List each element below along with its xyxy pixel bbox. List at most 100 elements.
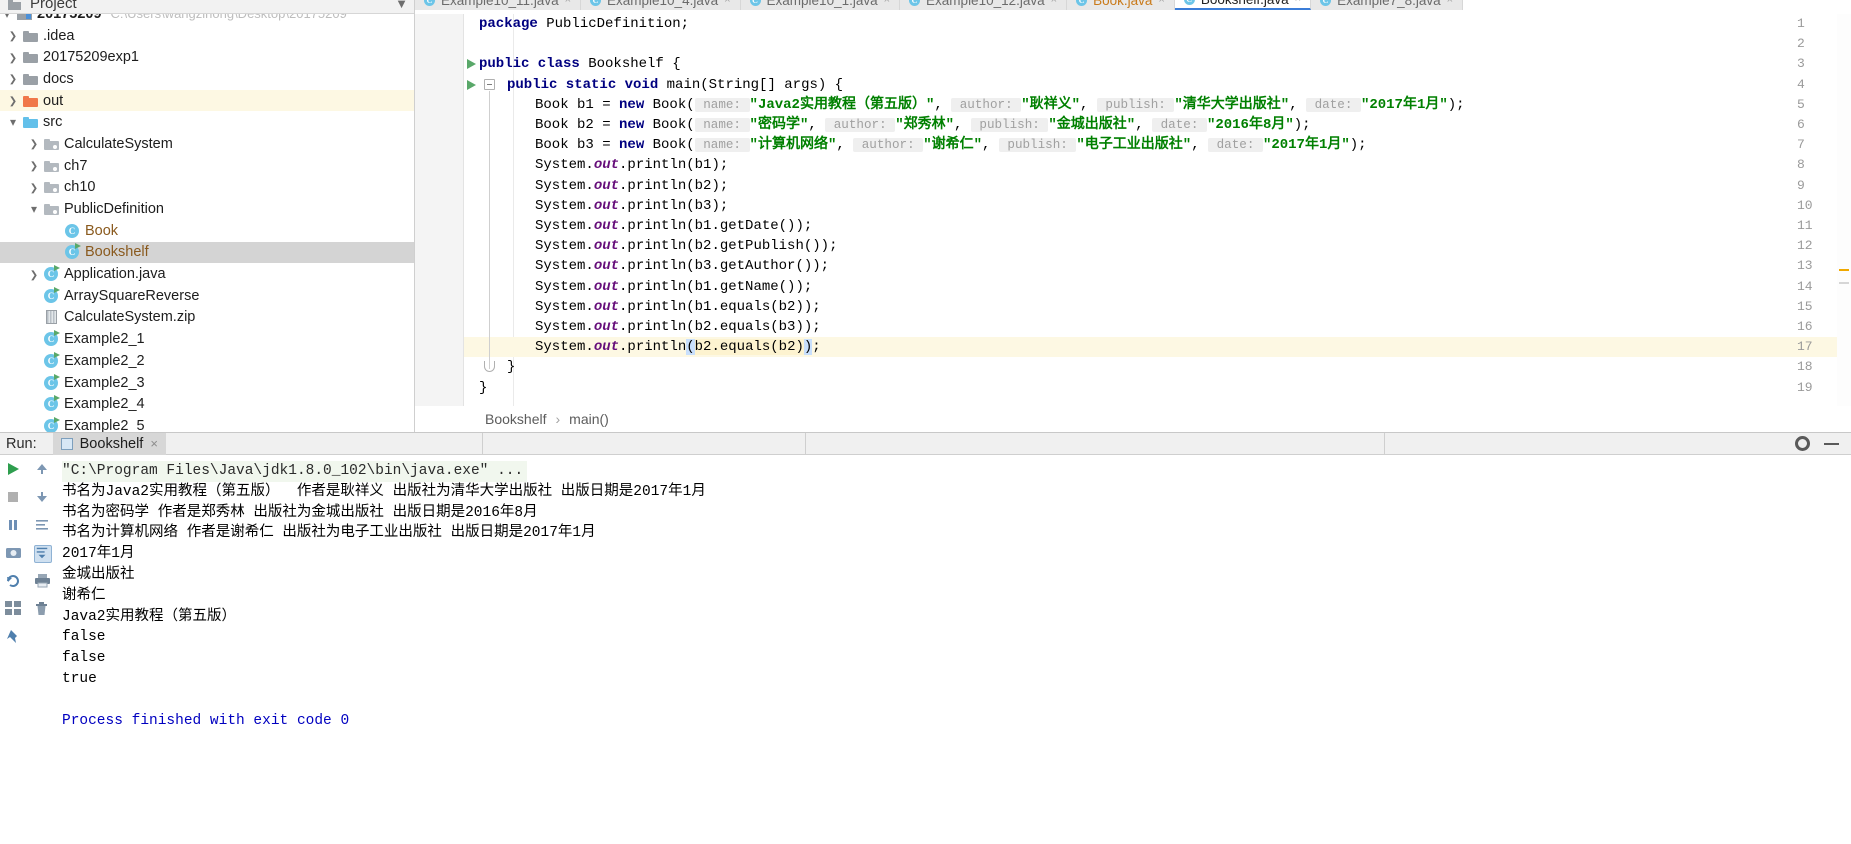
tree-item-calculatesystem-zip[interactable]: CalculateSystem.zip (0, 307, 414, 329)
camera-icon[interactable] (5, 545, 23, 563)
tree-item-idea[interactable]: .idea (0, 25, 414, 47)
close-icon[interactable]: × (565, 0, 571, 6)
code-line[interactable]: System.out.println(b3.getAuthor()); (535, 256, 829, 276)
close-icon[interactable]: × (150, 436, 158, 451)
tree-item-bookshelf[interactable]: C Bookshelf (0, 241, 414, 264)
soft-wrap-icon[interactable] (34, 517, 52, 535)
tree-item-application-java[interactable]: CApplication.java (0, 263, 414, 285)
editor-tab-example10_11[interactable]: C Example10_11.java × (415, 0, 582, 10)
code-line[interactable]: Book b2 = new Book( name: "密码学", author:… (535, 115, 1311, 135)
editor-marker-bar[interactable] (1837, 14, 1851, 406)
tree-item-example2-4[interactable]: C Example2_4 (0, 393, 414, 415)
tree-item-example2-2[interactable]: C Example2_2 (0, 350, 414, 372)
run-toolbar-secondary[interactable] (28, 455, 58, 844)
minimize-icon[interactable] (1824, 442, 1839, 445)
print-icon[interactable] (34, 573, 52, 591)
code-fold-collapse-icon[interactable] (484, 78, 495, 90)
tree-item-example2-1[interactable]: C Example2_1 (0, 328, 414, 350)
chevron-down-icon[interactable] (0, 14, 14, 20)
chevron-right-icon[interactable] (6, 29, 20, 42)
gutter-run-icon[interactable] (467, 79, 476, 90)
chevron-down-icon[interactable] (6, 116, 20, 128)
change-marker[interactable] (1839, 282, 1849, 284)
layout-icon[interactable] (5, 601, 23, 619)
breadcrumb-class[interactable]: Bookshelf (485, 411, 546, 427)
console-output-line: 谢希仁 (62, 587, 106, 604)
breadcrumb[interactable]: Bookshelf › main() (415, 406, 1851, 432)
tree-item-ch7[interactable]: ch7 (0, 155, 414, 177)
code-line[interactable]: System.out.println(b1.getName()); (535, 277, 812, 297)
editor-tab-example7_8[interactable]: C Example7_8.java × (1311, 0, 1464, 10)
stop-icon[interactable] (5, 489, 23, 507)
code-line[interactable]: System.out.println(b3); (535, 196, 728, 216)
code-editor[interactable]: 1 package PublicDefinition; 2 3 public class… (415, 14, 1851, 406)
run-toolbar-primary[interactable] (0, 455, 28, 844)
close-icon[interactable]: × (1158, 0, 1164, 6)
close-icon[interactable]: × (1295, 0, 1301, 5)
project-tree-root[interactable]: 20175209C:\Users\wangzihong\Desktop\2017… (0, 14, 414, 25)
gutter-run-icon[interactable] (467, 59, 476, 70)
tree-item-out[interactable]: out (0, 89, 414, 112)
editor-tab-book[interactable]: C Book.java × (1067, 0, 1175, 10)
code-line[interactable]: System.out.println(b1.equals(b2)); (535, 297, 821, 317)
code-line[interactable]: public class Bookshelf { (479, 54, 681, 74)
run-icon[interactable] (5, 461, 23, 479)
code-line[interactable]: } (507, 357, 515, 377)
code-line[interactable]: System.out.println(b1); (535, 155, 728, 175)
tree-item-docs[interactable]: docs (0, 68, 414, 90)
tree-item-calculatesystem[interactable]: CalculateSystem (0, 133, 414, 155)
rerun-icon[interactable] (5, 573, 23, 591)
chevron-right-icon[interactable] (27, 159, 41, 172)
code-line[interactable]: System.out.println(b1.getDate()); (535, 216, 812, 236)
chevron-down-icon[interactable] (27, 203, 41, 215)
pin-icon[interactable] (5, 629, 23, 647)
tree-item-ch10[interactable]: ch10 (0, 177, 414, 199)
editor-tab-bookshelf[interactable]: C Bookshelf.java × (1174, 0, 1312, 10)
editor-tab-example10_4[interactable]: C Example10_4.java × (581, 0, 741, 10)
package-icon (43, 160, 59, 172)
tree-item-arraysquarereverse[interactable]: C ArraySquareReverse (0, 285, 414, 307)
tree-item-src[interactable]: src (0, 111, 414, 133)
code-line[interactable]: } (479, 378, 487, 398)
run-configuration-tab[interactable]: Bookshelf × (52, 432, 166, 455)
close-icon[interactable]: × (1051, 0, 1057, 6)
editor-tab-bar[interactable]: C Example10_11.java × C Example10_4.java × C Ex… (415, 0, 1851, 10)
tree-item-20175209exp1[interactable]: 20175209exp1 (0, 46, 414, 68)
scroll-to-end-icon[interactable] (34, 545, 52, 563)
code-line[interactable]: public static void main(String[] args) { (507, 75, 843, 95)
editor-tab-example10_12[interactable]: C Example10_12.java × (900, 0, 1068, 10)
breadcrumb-method[interactable]: main() (569, 411, 609, 427)
code-line[interactable]: Book b1 = new Book( name: "Java2实用教程（第五版… (535, 95, 1465, 115)
code-line[interactable]: package PublicDefinition; (479, 14, 689, 34)
close-icon[interactable]: × (724, 0, 730, 6)
chevron-right-icon[interactable] (27, 137, 41, 150)
console-output[interactable]: "C:\Program Files\Java\jdk1.8.0_102\bin\… (62, 457, 1851, 844)
close-icon[interactable]: × (884, 0, 890, 6)
project-header-actions[interactable]: ▼ (386, 0, 408, 11)
gear-icon[interactable] (1795, 436, 1810, 451)
chevron-right-icon[interactable] (27, 181, 41, 194)
collapse-all-icon[interactable]: ▼ (395, 0, 408, 11)
warning-marker[interactable] (1839, 269, 1849, 271)
chevron-right-icon[interactable] (6, 72, 20, 85)
code-line[interactable]: System.out.println(b2.equals(b3)); (535, 317, 821, 337)
tree-item-publicdefinition[interactable]: PublicDefinition (0, 198, 414, 220)
chevron-right-icon[interactable] (6, 51, 20, 64)
scroll-up-icon[interactable] (34, 461, 52, 479)
scroll-down-icon[interactable] (34, 489, 52, 507)
tree-item-example2-5[interactable]: C Example2_5 (0, 415, 414, 432)
tree-item-book[interactable]: C Book (0, 220, 414, 242)
tree-item-example2-3[interactable]: C Example2_3 (0, 372, 414, 394)
console-icon (60, 437, 73, 450)
close-icon[interactable]: × (1447, 0, 1453, 6)
code-line[interactable]: System.out.println(b2.getPublish()); (535, 236, 837, 256)
code-line[interactable]: System.out.println(b2); (535, 176, 728, 196)
code-line[interactable]: Book b3 = new Book( name: "计算机网络", autho… (535, 135, 1367, 155)
editor-tab-example10_1[interactable]: C Example10_1.java × (740, 0, 901, 10)
project-tree[interactable]: 20175209C:\Users\wangzihong\Desktop\2017… (0, 14, 414, 432)
code-line[interactable]: System.out.println(b2.equals(b2)); (535, 337, 821, 357)
chevron-right-icon[interactable] (6, 94, 20, 107)
pause-icon[interactable] (5, 517, 23, 535)
trash-icon[interactable] (34, 601, 52, 619)
chevron-right-icon[interactable] (27, 268, 41, 281)
